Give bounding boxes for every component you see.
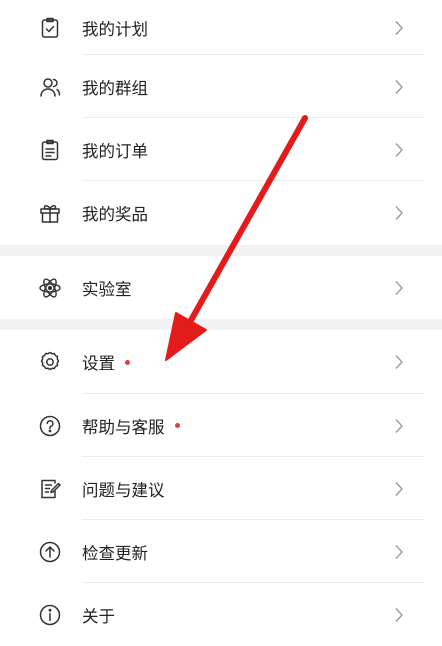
- help-icon: [37, 413, 63, 439]
- menu-group-lab: 实验室: [0, 256, 442, 319]
- menu-item-settings[interactable]: 设置: [0, 330, 442, 394]
- notification-dot: [125, 359, 130, 365]
- menu-item-my-plan[interactable]: 我的计划: [0, 0, 442, 55]
- chevron-right-icon: [394, 79, 404, 95]
- update-icon: [37, 539, 63, 565]
- menu-group-system: 设置 帮助与客服 问题与建议 检查更新 关于: [0, 330, 442, 646]
- menu-item-label: 问题与建议: [82, 480, 165, 500]
- menu-item-lab[interactable]: 实验室: [0, 256, 442, 319]
- chevron-right-icon: [394, 20, 404, 36]
- chevron-right-icon: [394, 418, 404, 434]
- menu-item-help-support[interactable]: 帮助与客服: [0, 394, 442, 457]
- chevron-right-icon: [394, 142, 404, 158]
- settings-gear-icon: [37, 349, 63, 375]
- menu-item-label: 我的群组: [82, 78, 148, 98]
- chevron-right-icon: [394, 607, 404, 623]
- chevron-right-icon: [394, 544, 404, 560]
- menu-item-about[interactable]: 关于: [0, 583, 442, 646]
- notification-dot: [174, 423, 180, 428]
- feedback-icon: [37, 476, 63, 502]
- menu-item-my-orders[interactable]: 我的订单: [0, 118, 442, 181]
- menu-group-personal: 我的计划 我的群组 我的订单 我的奖品: [0, 0, 442, 245]
- settings-menu-list: 我的计划 我的群组 我的订单 我的奖品 实验室 设置 帮助与客服 问题与建议 检…: [0, 0, 442, 646]
- about-info-icon: [37, 602, 63, 628]
- gift-icon: [37, 200, 63, 226]
- chevron-right-icon: [394, 354, 404, 370]
- section-gap: [0, 245, 442, 256]
- menu-item-label: 我的计划: [82, 19, 148, 39]
- menu-item-label: 我的订单: [82, 141, 148, 161]
- menu-item-label: 实验室: [82, 279, 132, 299]
- menu-item-my-prizes[interactable]: 我的奖品: [0, 181, 442, 245]
- menu-item-label: 设置: [82, 350, 130, 374]
- plan-icon: [37, 15, 63, 41]
- menu-item-label: 帮助与客服: [82, 414, 180, 438]
- menu-item-label: 我的奖品: [82, 205, 148, 224]
- chevron-right-icon: [394, 280, 404, 296]
- menu-item-feedback[interactable]: 问题与建议: [0, 457, 442, 520]
- menu-item-my-groups[interactable]: 我的群组: [0, 55, 442, 118]
- menu-item-label: 关于: [82, 606, 115, 626]
- order-icon: [37, 137, 63, 163]
- menu-item-check-update[interactable]: 检查更新: [0, 520, 442, 583]
- menu-item-label: 检查更新: [82, 543, 148, 563]
- chevron-right-icon: [394, 205, 404, 221]
- group-icon: [37, 74, 63, 100]
- chevron-right-icon: [394, 481, 404, 497]
- lab-atom-icon: [37, 275, 63, 301]
- section-gap: [0, 319, 442, 330]
